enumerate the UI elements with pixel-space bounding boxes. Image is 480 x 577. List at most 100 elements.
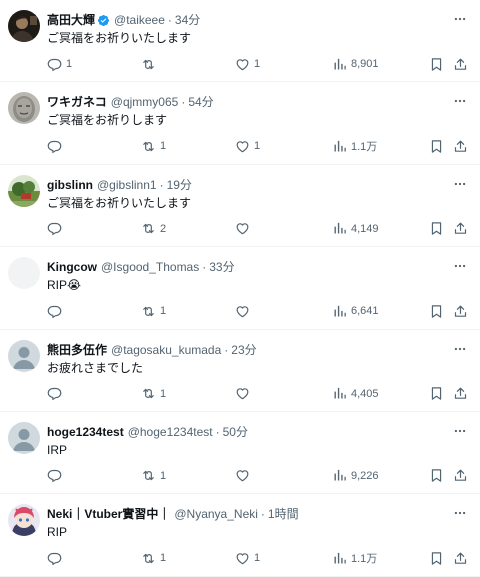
more-options-icon[interactable]	[452, 176, 468, 192]
timestamp[interactable]: 1時間	[268, 506, 299, 522]
reply-button[interactable]	[47, 302, 66, 320]
like-button[interactable]: 1	[235, 55, 260, 73]
share-button[interactable]	[453, 549, 468, 567]
reply-item[interactable]: 高田大輝 @taikeee · 34分 ご冥福をお祈りいたします 1 1 8,9…	[0, 0, 480, 83]
reply-text-content: RIP	[47, 525, 68, 540]
retweet-button[interactable]: 1	[141, 467, 166, 485]
user-handle[interactable]: @gibslinn1	[97, 177, 157, 193]
reply-button[interactable]	[47, 385, 66, 403]
user-handle[interactable]: @Isgood_Thomas	[101, 259, 199, 275]
reply-button[interactable]: 1	[47, 55, 72, 73]
separator-dot: ·	[202, 260, 207, 275]
avatar[interactable]	[8, 504, 40, 537]
timestamp[interactable]: 33分	[209, 259, 234, 275]
more-options-icon[interactable]	[452, 93, 468, 109]
avatar[interactable]	[8, 10, 40, 42]
share-button[interactable]	[453, 467, 468, 485]
bookmark-button[interactable]	[429, 385, 444, 403]
reply-item[interactable]: Neki｜Vtuber實習中｜ @Nyanya_Neki · 1時間 RIP 1…	[0, 494, 480, 577]
views-button[interactable]: 8,901	[332, 55, 379, 73]
share-button[interactable]	[453, 55, 468, 73]
user-handle[interactable]: @Nyanya_Neki	[174, 506, 258, 522]
avatar[interactable]	[8, 92, 40, 125]
more-options-icon[interactable]	[452, 341, 468, 357]
reply-header: ワキガネコ @qjmmy065 · 54分	[47, 94, 440, 110]
bookmark-button[interactable]	[429, 467, 444, 485]
views-button[interactable]: 1.1万	[332, 137, 377, 155]
like-button[interactable]: 1	[235, 137, 260, 155]
display-name[interactable]: ワキガネコ	[47, 94, 107, 110]
avatar[interactable]	[8, 339, 40, 372]
more-options-icon[interactable]	[452, 258, 468, 274]
reply-button[interactable]	[47, 220, 66, 238]
retweet-button[interactable]: 1	[141, 385, 166, 403]
reply-button[interactable]	[47, 467, 66, 485]
bookmark-button[interactable]	[429, 302, 444, 320]
timestamp[interactable]: 23分	[231, 342, 256, 358]
more-options-icon[interactable]	[452, 505, 468, 521]
like-button[interactable]	[235, 302, 254, 320]
like-button[interactable]: 1	[235, 549, 260, 567]
share-button[interactable]	[453, 137, 468, 155]
more-options-icon[interactable]	[452, 423, 468, 439]
reply-item[interactable]: Kingcow @Isgood_Thomas · 33分 RIP😭 1 6,64…	[0, 247, 480, 330]
retweet-button[interactable]: 1	[141, 302, 166, 320]
reply-text-content: ご冥福をお祈りいたします	[47, 195, 192, 210]
views-button[interactable]: 9,226	[332, 467, 379, 485]
display-name[interactable]: hoge1234test	[47, 424, 124, 440]
reply-item[interactable]: ワキガネコ @qjmmy065 · 54分 ご冥福をお祈りします 1 1 1.1…	[0, 82, 480, 165]
retweet-button[interactable]: 2	[141, 220, 166, 238]
like-button[interactable]	[235, 220, 254, 238]
bookmark-button[interactable]	[429, 549, 444, 567]
timestamp[interactable]: 50分	[223, 424, 248, 440]
like-button[interactable]	[235, 467, 254, 485]
separator-dot: ·	[224, 342, 229, 357]
reply-header: Neki｜Vtuber實習中｜ @Nyanya_Neki · 1時間	[47, 506, 440, 522]
user-handle[interactable]: @hoge1234test	[128, 424, 213, 440]
share-button[interactable]	[453, 220, 468, 238]
like-button[interactable]	[235, 385, 254, 403]
reply-text-content: RIP	[47, 278, 68, 293]
display-name[interactable]: 高田大輝	[47, 12, 95, 28]
views-chart-icon	[334, 305, 346, 317]
reply-text: ご冥福をお祈りいたします	[47, 30, 440, 46]
avatar[interactable]	[8, 421, 40, 454]
bookmark-button[interactable]	[429, 220, 444, 238]
reply-item[interactable]: 熊田多伍作 @tagosaku_kumada · 23分 お疲れさまでした 1	[0, 330, 480, 412]
display-name[interactable]: 熊田多伍作	[47, 342, 107, 358]
user-handle[interactable]: @taikeee	[114, 12, 165, 28]
views-button[interactable]: 1.1万	[332, 549, 377, 567]
bookmark-button[interactable]	[429, 55, 444, 73]
bookmark-button[interactable]	[429, 137, 444, 155]
display-name[interactable]: gibslinn	[47, 177, 93, 193]
share-button[interactable]	[453, 385, 468, 403]
display-name[interactable]: Neki｜Vtuber實習中｜	[47, 506, 170, 522]
avatar[interactable]	[8, 257, 40, 290]
views-button[interactable]: 4,149	[332, 220, 379, 238]
reply-feed: 高田大輝 @taikeee · 34分 ご冥福をお祈りいたします 1 1 8,9…	[0, 0, 480, 577]
reply-button[interactable]	[47, 137, 66, 155]
reply-icon	[47, 58, 62, 71]
timestamp[interactable]: 54分	[188, 94, 213, 110]
user-handle[interactable]: @qjmmy065	[111, 94, 179, 110]
retweet-button[interactable]: 1	[141, 549, 166, 567]
retweet-button[interactable]: 1	[141, 137, 166, 155]
retweet-count: 1	[160, 387, 167, 400]
display-name[interactable]: Kingcow	[47, 259, 97, 275]
retweet-count: 1	[160, 469, 167, 482]
views-button[interactable]: 4,405	[332, 385, 379, 403]
retweet-button[interactable]	[141, 55, 160, 73]
reply-item[interactable]: gibslinn @gibslinn1 · 19分 ご冥福をお祈りいたします 2	[0, 165, 480, 248]
views-button[interactable]: 6,641	[332, 302, 379, 320]
timestamp[interactable]: 19分	[167, 177, 192, 193]
separator-dot: ·	[167, 13, 172, 27]
reply-button[interactable]	[47, 549, 66, 567]
avatar[interactable]	[8, 174, 40, 207]
user-handle[interactable]: @tagosaku_kumada	[111, 342, 221, 358]
separator-dot: ·	[215, 424, 220, 439]
timestamp[interactable]: 34分	[175, 12, 200, 28]
more-options-icon[interactable]	[452, 11, 468, 27]
share-button[interactable]	[453, 302, 468, 320]
reply-item[interactable]: hoge1234test @hoge1234test · 50分 IRP 1 9…	[0, 412, 480, 495]
retweet-count: 1	[160, 140, 167, 153]
